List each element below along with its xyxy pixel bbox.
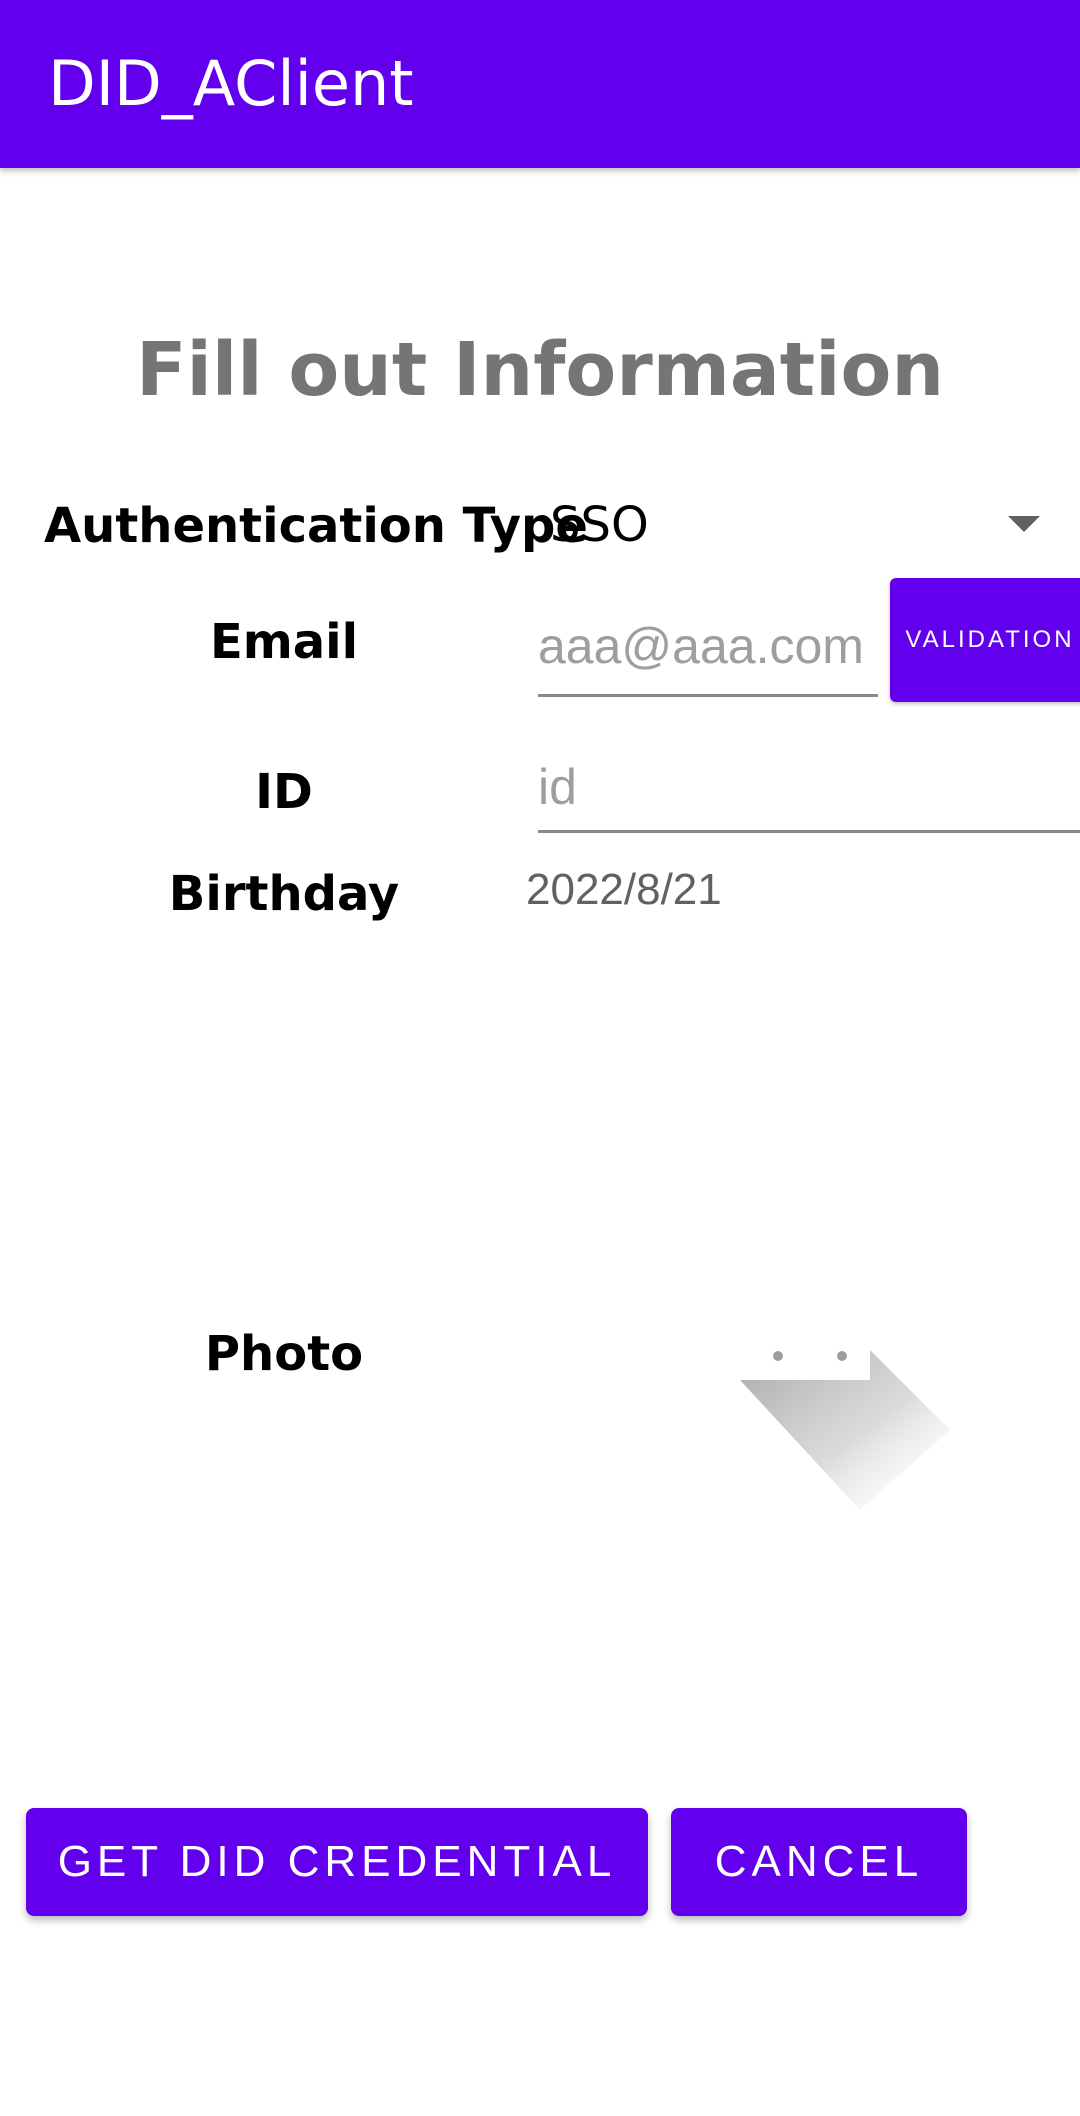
app-bar: DID_AClient: [0, 0, 1080, 168]
get-did-credential-button[interactable]: GET DID CREDENTIAL: [26, 1808, 648, 1916]
cancel-button[interactable]: CANCEL: [671, 1808, 967, 1916]
dropdown-arrow-icon: [1008, 516, 1040, 532]
auth-type-dropdown[interactable]: SSO: [540, 490, 1070, 560]
id-input[interactable]: [538, 744, 1080, 833]
auth-type-selected: SSO: [550, 497, 649, 553]
auth-type-label: Authentication Type: [44, 498, 588, 554]
email-input[interactable]: [538, 598, 878, 697]
page-title: Fill out Information: [135, 327, 945, 413]
app-title: DID_AClient: [48, 47, 414, 120]
photo-label: Photo: [204, 1326, 364, 1382]
image-placeholder-icon: [740, 1350, 950, 1510]
birthday-value[interactable]: 2022/8/21: [526, 860, 722, 920]
validation-button[interactable]: VALIDATION: [890, 578, 1080, 702]
email-label: Email: [209, 614, 359, 670]
birthday-label: Birthday: [168, 866, 400, 922]
photo-image[interactable]: [700, 1300, 1000, 1520]
id-label: ID: [255, 764, 313, 820]
